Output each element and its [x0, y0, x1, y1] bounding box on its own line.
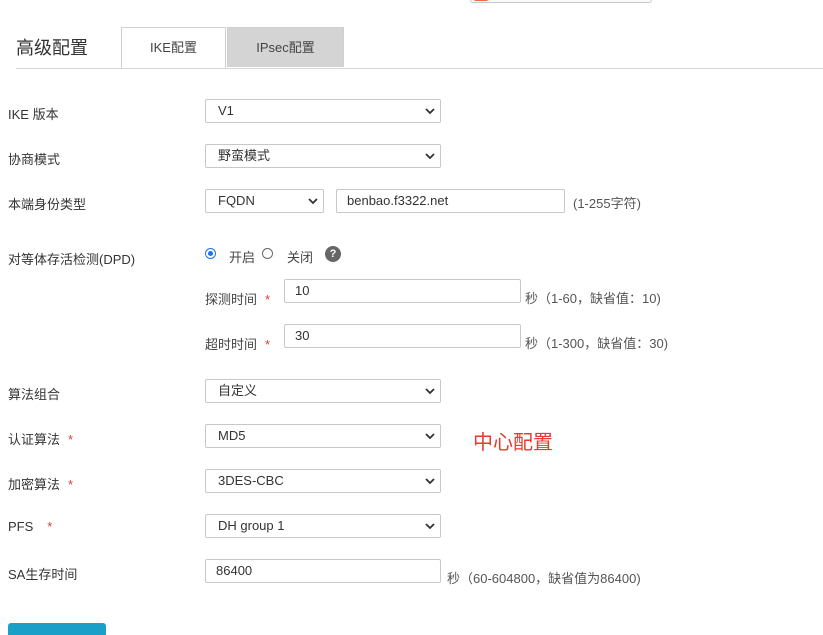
algorithm-suite-label: 算法组合	[8, 387, 61, 402]
encryption-algorithm-label: 加密算法 *	[8, 477, 74, 492]
pfs-label: PFS *	[8, 519, 53, 534]
page-title: 高级配置	[16, 38, 88, 58]
sa-lifetime-label: SA生存时间	[8, 567, 78, 582]
dpd-timeout-hint: 秒（1-300，缺省值：30)	[525, 336, 669, 351]
chevron-down-icon	[425, 108, 435, 115]
tab-ipsec-config[interactable]: IPsec配置	[227, 27, 344, 67]
chevron-down-icon	[425, 153, 435, 160]
chevron-down-icon	[425, 388, 435, 395]
tab-divider	[16, 68, 823, 69]
dpd-on-radio[interactable]	[205, 248, 216, 259]
chevron-down-icon	[425, 523, 435, 530]
ike-version-select[interactable]: V1	[205, 99, 441, 123]
tab-ike-config[interactable]: IKE配置	[121, 27, 226, 69]
dpd-interval-hint: 秒（1-60，缺省值：10)	[525, 291, 661, 306]
algorithm-suite-select[interactable]: 自定义	[205, 379, 441, 403]
submit-button[interactable]	[8, 623, 106, 635]
encryption-algorithm-select[interactable]: 3DES-CBC	[205, 469, 441, 493]
local-id-hint: (1-255字符)	[573, 196, 641, 211]
auth-algorithm-label: 认证算法 *	[8, 432, 74, 447]
top-cut-off-element	[470, 0, 652, 3]
pfs-select[interactable]: DH group 1	[205, 514, 441, 538]
chevron-down-icon	[308, 198, 318, 205]
center-config-annotation: 中心配置	[473, 432, 553, 454]
algorithm-suite-value: 自定义	[218, 383, 258, 398]
pfs-value: DH group 1	[218, 518, 285, 533]
dpd-timeout-input[interactable]: 30	[284, 324, 521, 348]
local-id-input[interactable]: benbao.f3322.net	[336, 189, 565, 213]
auth-algorithm-value: MD5	[218, 428, 246, 443]
chevron-down-icon	[425, 433, 435, 440]
local-id-type-select[interactable]: FQDN	[205, 189, 324, 213]
negotiation-mode-value: 野蛮模式	[218, 148, 271, 163]
dpd-on-label: 开启	[229, 250, 256, 265]
dpd-interval-label: 探测时间 *	[205, 292, 271, 307]
dpd-timeout-label: 超时时间 *	[205, 337, 271, 352]
top-accent-mark	[474, 0, 488, 1]
sa-lifetime-hint: 秒（60-604800，缺省值为86400)	[447, 571, 641, 586]
encryption-algorithm-value: 3DES-CBC	[218, 473, 284, 488]
dpd-off-radio[interactable]	[262, 248, 273, 259]
local-id-type-label: 本端身份类型	[8, 197, 87, 212]
ike-version-value: V1	[218, 103, 234, 118]
dpd-off-label: 关闭	[287, 250, 314, 265]
dpd-label: 对等体存活检测(DPD)	[8, 252, 136, 267]
ike-version-label: IKE 版本	[8, 107, 59, 122]
local-id-type-value: FQDN	[218, 193, 255, 208]
auth-algorithm-select[interactable]: MD5	[205, 424, 441, 448]
sa-lifetime-input[interactable]: 86400	[205, 559, 441, 583]
question-circle-icon[interactable]: ?	[325, 246, 341, 262]
chevron-down-icon	[425, 478, 435, 485]
dpd-interval-input[interactable]: 10	[284, 279, 521, 303]
negotiation-mode-select[interactable]: 野蛮模式	[205, 144, 441, 168]
negotiation-mode-label: 协商模式	[8, 152, 61, 167]
